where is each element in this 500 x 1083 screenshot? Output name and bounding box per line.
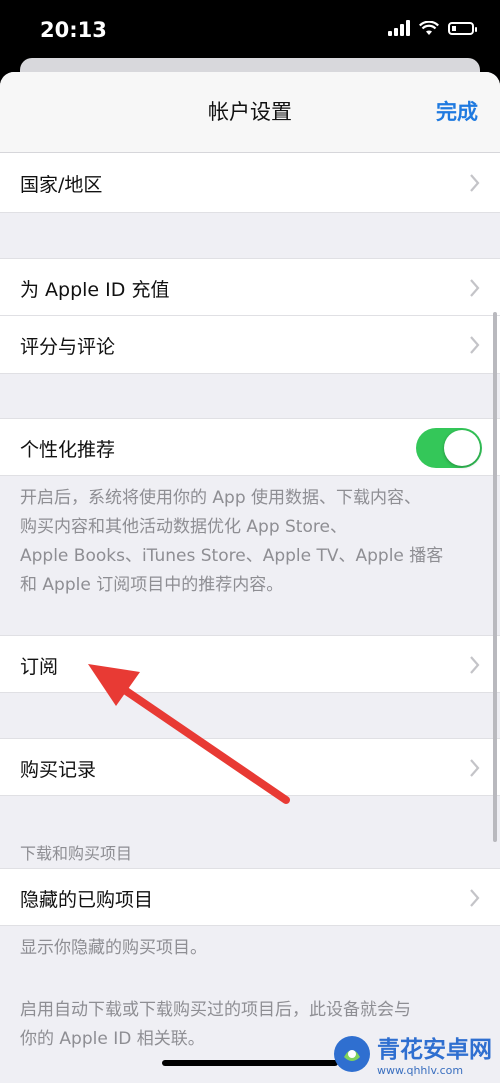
row-label: 隐藏的已购项目 [20,889,154,911]
watermark: 青花安卓网 www.qhhlv.com [333,1030,492,1077]
personalized-footnote: 开启后，系统将使用你的 App 使用数据、下载内容、 购买内容和其他活动数据优化… [20,484,490,600]
section-header-downloads: 下载和购买项目 [20,844,133,863]
row-subscriptions[interactable]: 订阅 [0,635,500,693]
battery-icon [448,21,477,35]
personalized-toggle[interactable] [416,428,482,468]
row-hidden-purchases[interactable]: 隐藏的已购项目 [0,868,500,926]
footnote-line: 和 Apple 订阅项目中的推荐内容。 [20,575,284,595]
scrollbar[interactable] [493,312,497,842]
row-label: 为 Apple ID 充值 [20,279,170,301]
watermark-logo-icon [334,1035,370,1072]
signal-icon [388,20,410,36]
hidden-purchases-footnote: 显示你隐藏的购买项目。 [20,938,207,958]
home-indicator[interactable] [162,1060,338,1066]
done-button[interactable]: 完成 [436,96,478,126]
footnote-line: Apple Books、iTunes Store、Apple TV、Apple … [20,546,444,566]
row-label: 个性化推荐 [20,439,116,461]
watermark-url: www.qhhlv.com [377,1064,464,1077]
footnote-line: 启用自动下载或下载购买过的项目后，此设备就会与 [20,1000,411,1020]
wifi-icon [419,20,439,35]
footnote-line: 开启后，系统将使用你的 App 使用数据、下载内容、 [20,488,422,508]
row-ratings-reviews[interactable]: 评分与评论 [0,316,500,374]
watermark-title: 青花安卓网 [377,1037,492,1063]
chevron-right-icon [470,656,480,674]
status-icons [388,20,477,36]
chevron-right-icon [470,279,480,297]
page-title: 帐户设置 [208,100,292,124]
account-settings-sheet: 帐户设置 完成 国家/地区 为 Apple ID 充值 评分与评论 个性化推荐 … [0,72,500,1083]
toggle-knob [444,430,480,466]
chevron-right-icon [470,889,480,907]
nav-bar: 帐户设置 完成 [0,72,500,153]
chevron-right-icon [470,759,480,777]
row-label: 订阅 [20,656,59,678]
row-label: 购买记录 [20,759,97,781]
row-apple-id-topup[interactable]: 为 Apple ID 充值 [0,258,500,316]
row-country-region[interactable]: 国家/地区 [0,153,500,213]
status-time: 20:13 [40,18,107,42]
row-label: 国家/地区 [20,174,103,196]
row-personalized-recommendations: 个性化推荐 [0,418,500,476]
status-bar: 20:13 [0,0,500,62]
row-label: 评分与评论 [20,336,116,358]
chevron-right-icon [470,336,480,354]
footnote-line: 购买内容和其他活动数据优化 App Store、 [20,517,347,537]
row-purchase-history[interactable]: 购买记录 [0,738,500,796]
chevron-right-icon [470,174,480,192]
